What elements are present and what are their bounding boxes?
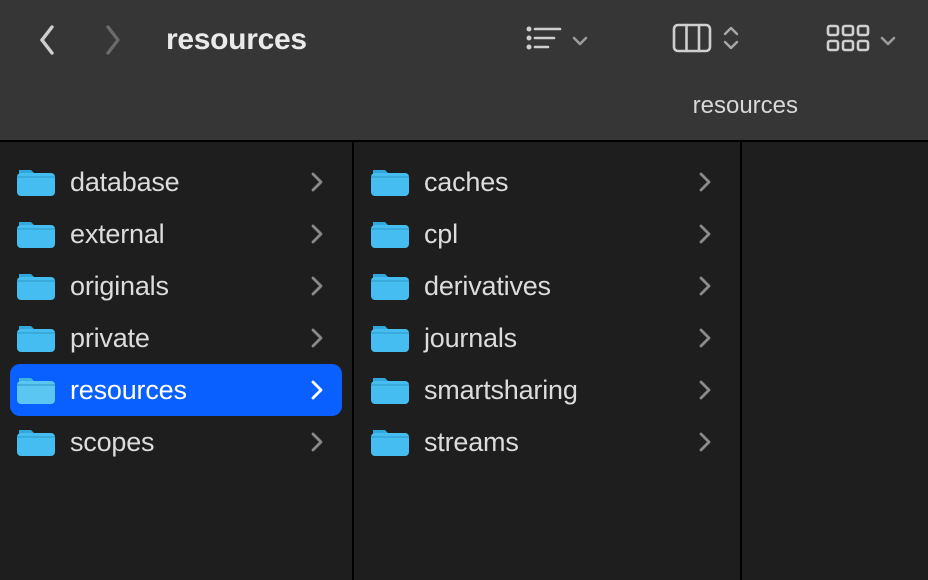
- folder-icon: [16, 374, 56, 406]
- chevron-right-icon: [698, 431, 712, 453]
- column-0: database external originals: [0, 142, 352, 580]
- chevron-right-icon: [698, 275, 712, 297]
- chevron-right-icon: [698, 171, 712, 193]
- list-item-label: caches: [424, 167, 684, 198]
- list-item[interactable]: originals: [10, 260, 342, 312]
- chevron-right-icon: [310, 223, 324, 245]
- list-item-label: streams: [424, 427, 684, 458]
- back-button[interactable]: [30, 22, 66, 58]
- list-item-label: smartsharing: [424, 375, 684, 406]
- forward-button[interactable]: [94, 22, 130, 58]
- list-item-label: originals: [70, 271, 296, 302]
- list-item[interactable]: external: [10, 208, 342, 260]
- folder-icon: [370, 426, 410, 458]
- column-1: caches cpl derivatives: [354, 142, 740, 580]
- list-item-label: private: [70, 323, 296, 354]
- folder-icon: [370, 270, 410, 302]
- chevron-right-icon: [310, 171, 324, 193]
- chevron-right-icon: [310, 327, 324, 349]
- folder-icon: [370, 322, 410, 354]
- nav-group: [30, 22, 130, 58]
- folder-icon: [16, 426, 56, 458]
- list-item[interactable]: scopes: [10, 416, 342, 468]
- folder-icon: [370, 218, 410, 250]
- list-item-label: derivatives: [424, 271, 684, 302]
- chevron-right-icon: [698, 223, 712, 245]
- list-item[interactable]: caches: [364, 156, 730, 208]
- list-item[interactable]: database: [10, 156, 342, 208]
- chevron-down-icon: [572, 33, 586, 47]
- chevron-right-icon: [310, 379, 324, 401]
- path-current[interactable]: resources: [693, 92, 798, 120]
- folder-icon: [370, 374, 410, 406]
- list-item-label: cpl: [424, 219, 684, 250]
- list-item[interactable]: smartsharing: [364, 364, 730, 416]
- list-item[interactable]: private: [10, 312, 342, 364]
- folder-icon: [16, 166, 56, 198]
- path-bar: resources: [0, 80, 928, 140]
- folder-icon: [16, 322, 56, 354]
- view-layout-button[interactable]: [816, 16, 904, 64]
- columns-icon: [672, 23, 712, 58]
- list-item[interactable]: resources: [10, 364, 342, 416]
- column-view: database external originals: [0, 140, 928, 580]
- list-item[interactable]: streams: [364, 416, 730, 468]
- folder-icon: [16, 218, 56, 250]
- chevron-down-icon: [880, 33, 894, 47]
- list-item-label: database: [70, 167, 296, 198]
- toolbar: resources: [0, 0, 928, 80]
- grid-icon: [826, 24, 870, 57]
- chevron-right-icon: [310, 431, 324, 453]
- chevron-right-icon: [310, 275, 324, 297]
- folder-icon: [16, 270, 56, 302]
- sort-updown-icon: [722, 25, 740, 56]
- list-item-label: external: [70, 219, 296, 250]
- folder-icon: [370, 166, 410, 198]
- list-item[interactable]: derivatives: [364, 260, 730, 312]
- list-item-label: journals: [424, 323, 684, 354]
- column-2: [742, 142, 928, 580]
- chevron-right-icon: [698, 327, 712, 349]
- list-item[interactable]: journals: [364, 312, 730, 364]
- list-item-label: resources: [70, 375, 296, 406]
- list-sort-icon: [526, 25, 562, 56]
- chevron-right-icon: [698, 379, 712, 401]
- group-by-button[interactable]: [662, 16, 750, 64]
- list-item-label: scopes: [70, 427, 296, 458]
- window-title: resources: [166, 23, 307, 57]
- view-options-button[interactable]: [516, 16, 596, 64]
- list-item[interactable]: cpl: [364, 208, 730, 260]
